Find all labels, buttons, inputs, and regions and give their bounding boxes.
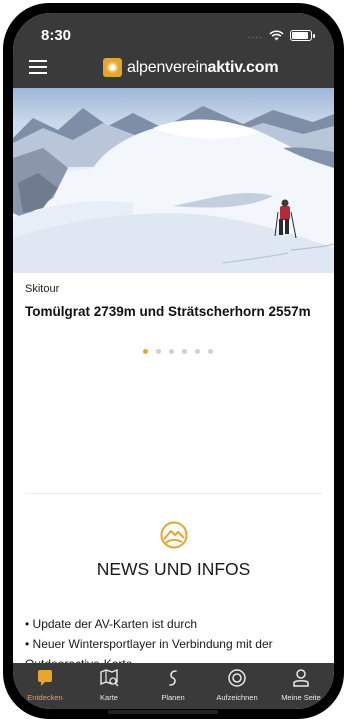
app-logo: alpenvereinaktiv.com <box>103 58 279 77</box>
route-icon <box>169 670 177 686</box>
tour-category: Skitour <box>25 283 60 295</box>
bottom-tab-bar: Entdecken Karte Planen Aufzeichnen Meine… <box>13 663 334 709</box>
status-indicators: .... <box>247 30 315 41</box>
logo-text: alpenvereinaktiv.com <box>127 58 279 77</box>
tab-label: Entdecken <box>27 693 63 702</box>
status-time: 8:30 <box>41 27 72 44</box>
snow-mountain-illustration <box>13 106 334 273</box>
signal-dots: .... <box>247 30 263 41</box>
pager-dot[interactable] <box>169 349 174 354</box>
map-icon <box>100 668 119 687</box>
tab-aufzeichnen[interactable]: Aufzeichnen <box>205 663 269 709</box>
record-icon <box>228 669 246 687</box>
tab-label: Karte <box>100 693 118 702</box>
logo-bold: aktiv.com <box>207 58 279 76</box>
wifi-icon <box>269 30 284 41</box>
tab-label: Planen <box>161 693 185 702</box>
news-section-title: NEWS UND INFOS <box>96 559 251 579</box>
tab-label: Aufzeichnen <box>216 693 258 702</box>
tab-karte[interactable]: Karte <box>77 663 141 709</box>
news-item[interactable]: • Update der AV-Karten ist durch <box>25 617 273 631</box>
menu-icon-line <box>29 66 47 68</box>
pager-dot[interactable] <box>182 349 187 354</box>
menu-button[interactable] <box>29 60 47 74</box>
tour-hero-image[interactable] <box>13 88 334 273</box>
tab-entdecken[interactable]: Entdecken <box>13 663 77 709</box>
edelweiss-logo-icon <box>103 58 122 77</box>
carousel-pager <box>143 349 213 354</box>
battery-icon <box>290 30 315 41</box>
pager-dot[interactable] <box>195 349 200 354</box>
tab-planen[interactable]: Planen <box>141 663 205 709</box>
top-bar: 8:30 .... alpenvereinaktiv.com <box>13 13 334 88</box>
discover-icon <box>38 670 52 686</box>
tab-meine-seite[interactable]: Meine Seite <box>269 663 333 709</box>
app-screen: 8:30 .... alpenvereinaktiv.com Skitour T… <box>13 13 334 709</box>
tab-label: Meine Seite <box>281 693 321 702</box>
section-divider <box>25 493 322 494</box>
pager-dot[interactable] <box>208 349 213 354</box>
pager-dot-active[interactable] <box>143 349 148 354</box>
menu-icon-line <box>29 60 47 62</box>
profile-icon <box>293 669 309 687</box>
mountain-logo-icon <box>160 521 188 549</box>
news-item[interactable]: • Neuer Wintersportlayer in Verbindung m… <box>25 637 273 651</box>
logo-prefix: alpenverein <box>127 58 208 76</box>
device-frame: 8:30 .... alpenvereinaktiv.com Skitour T… <box>3 3 344 719</box>
pager-dot[interactable] <box>156 349 161 354</box>
home-indicator[interactable] <box>108 710 218 714</box>
menu-icon-line <box>29 72 47 74</box>
tour-title[interactable]: Tomülgrat 2739m und Strätscherhorn 2557m <box>25 304 311 319</box>
